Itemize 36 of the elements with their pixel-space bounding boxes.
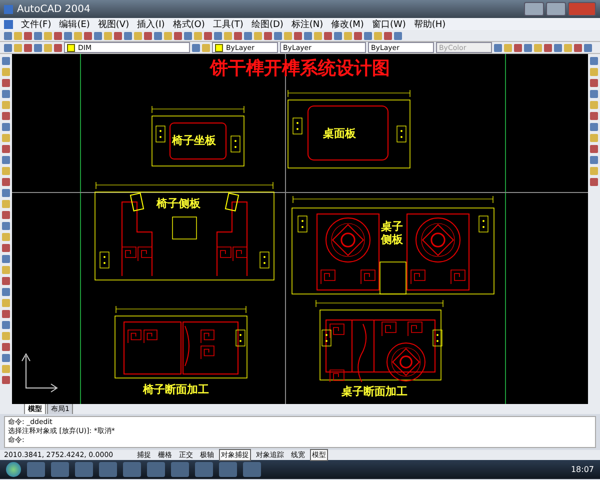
menu-item[interactable]: 工具(T) <box>212 18 244 30</box>
part-label: 桌面板 <box>323 126 356 141</box>
taskbar-app-icon[interactable] <box>171 462 189 477</box>
part-label: 椅子断面加工 <box>143 382 209 397</box>
taskbar-app-icon[interactable] <box>219 462 237 477</box>
part-label: 椅子侧板 <box>156 196 200 211</box>
maximize-button[interactable] <box>546 2 566 16</box>
menu-item[interactable]: 窗口(W) <box>372 18 406 30</box>
taskbar-app-icon[interactable] <box>99 462 117 477</box>
menu-item[interactable]: 编辑(E) <box>59 18 90 30</box>
menu-item[interactable]: 视图(V) <box>98 18 130 30</box>
taskbar-app-icon[interactable] <box>123 462 141 477</box>
menu-item[interactable]: 标注(N) <box>291 18 324 30</box>
part-label: 椅子坐板 <box>172 133 216 148</box>
document-icon <box>4 20 13 28</box>
menu-item[interactable]: 帮助(H) <box>414 18 446 30</box>
menu-item[interactable]: 插入(I) <box>137 18 165 30</box>
taskbar-app-icon[interactable] <box>195 462 213 477</box>
taskbar-app-icon[interactable] <box>243 462 261 477</box>
taskbar-app-icon[interactable] <box>147 462 165 477</box>
menu-item[interactable]: 文件(F) <box>21 18 52 30</box>
window-title: AutoCAD 2004 <box>17 4 92 14</box>
minimize-button[interactable] <box>524 2 544 16</box>
part-label: 桌子断面加工 <box>342 384 408 399</box>
menu-item[interactable]: 修改(M) <box>331 18 364 30</box>
taskbar-app-icon[interactable] <box>27 462 45 477</box>
menu-item[interactable]: 绘图(D) <box>251 18 284 30</box>
menu-item[interactable]: 格式(O) <box>172 18 205 30</box>
app-icon <box>4 4 13 14</box>
drawing-title: 饼干榫开榫系统设计图 <box>208 57 391 80</box>
taskbar-app-icon[interactable] <box>75 462 93 477</box>
part-label: 桌子侧板 <box>380 220 404 246</box>
taskbar-app-icon[interactable] <box>51 462 69 477</box>
clock: 18:07 <box>570 465 594 474</box>
close-button[interactable] <box>568 2 596 16</box>
start-button[interactable] <box>6 462 21 477</box>
